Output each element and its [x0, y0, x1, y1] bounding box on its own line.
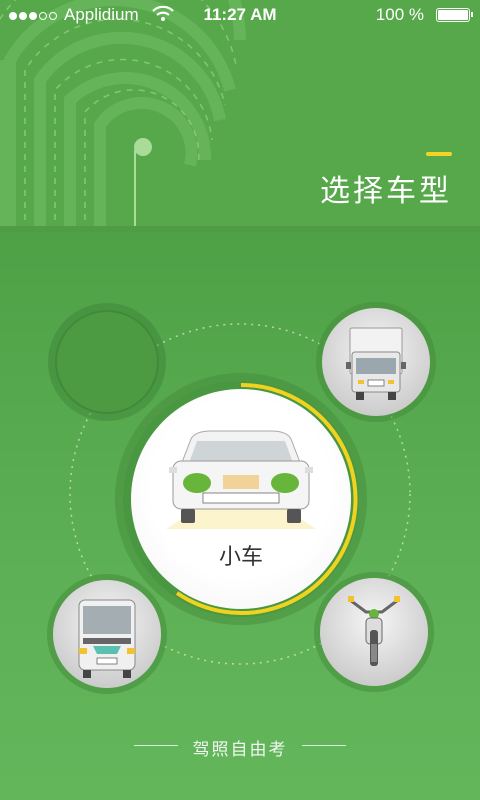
bus-option[interactable] — [53, 580, 161, 688]
car-icon — [166, 430, 316, 529]
selected-vehicle-label: 小车 — [218, 545, 263, 570]
battery-percent: 100 % — [375, 5, 424, 24]
title-accent-bar — [426, 152, 452, 156]
battery-icon — [436, 8, 473, 22]
motorcycle-icon — [348, 596, 400, 666]
footer-slogan: 驾照自由考 — [192, 740, 288, 760]
motorcycle-option[interactable] — [320, 578, 428, 686]
vehicle-selector: 小车 — [0, 232, 480, 702]
page-title: 选择车型 — [320, 174, 452, 209]
status-bar: Applidium 11:27 AM 100 % — [0, 0, 480, 30]
car-option-selected[interactable]: 小车 — [131, 389, 351, 609]
bus-icon — [78, 599, 136, 678]
